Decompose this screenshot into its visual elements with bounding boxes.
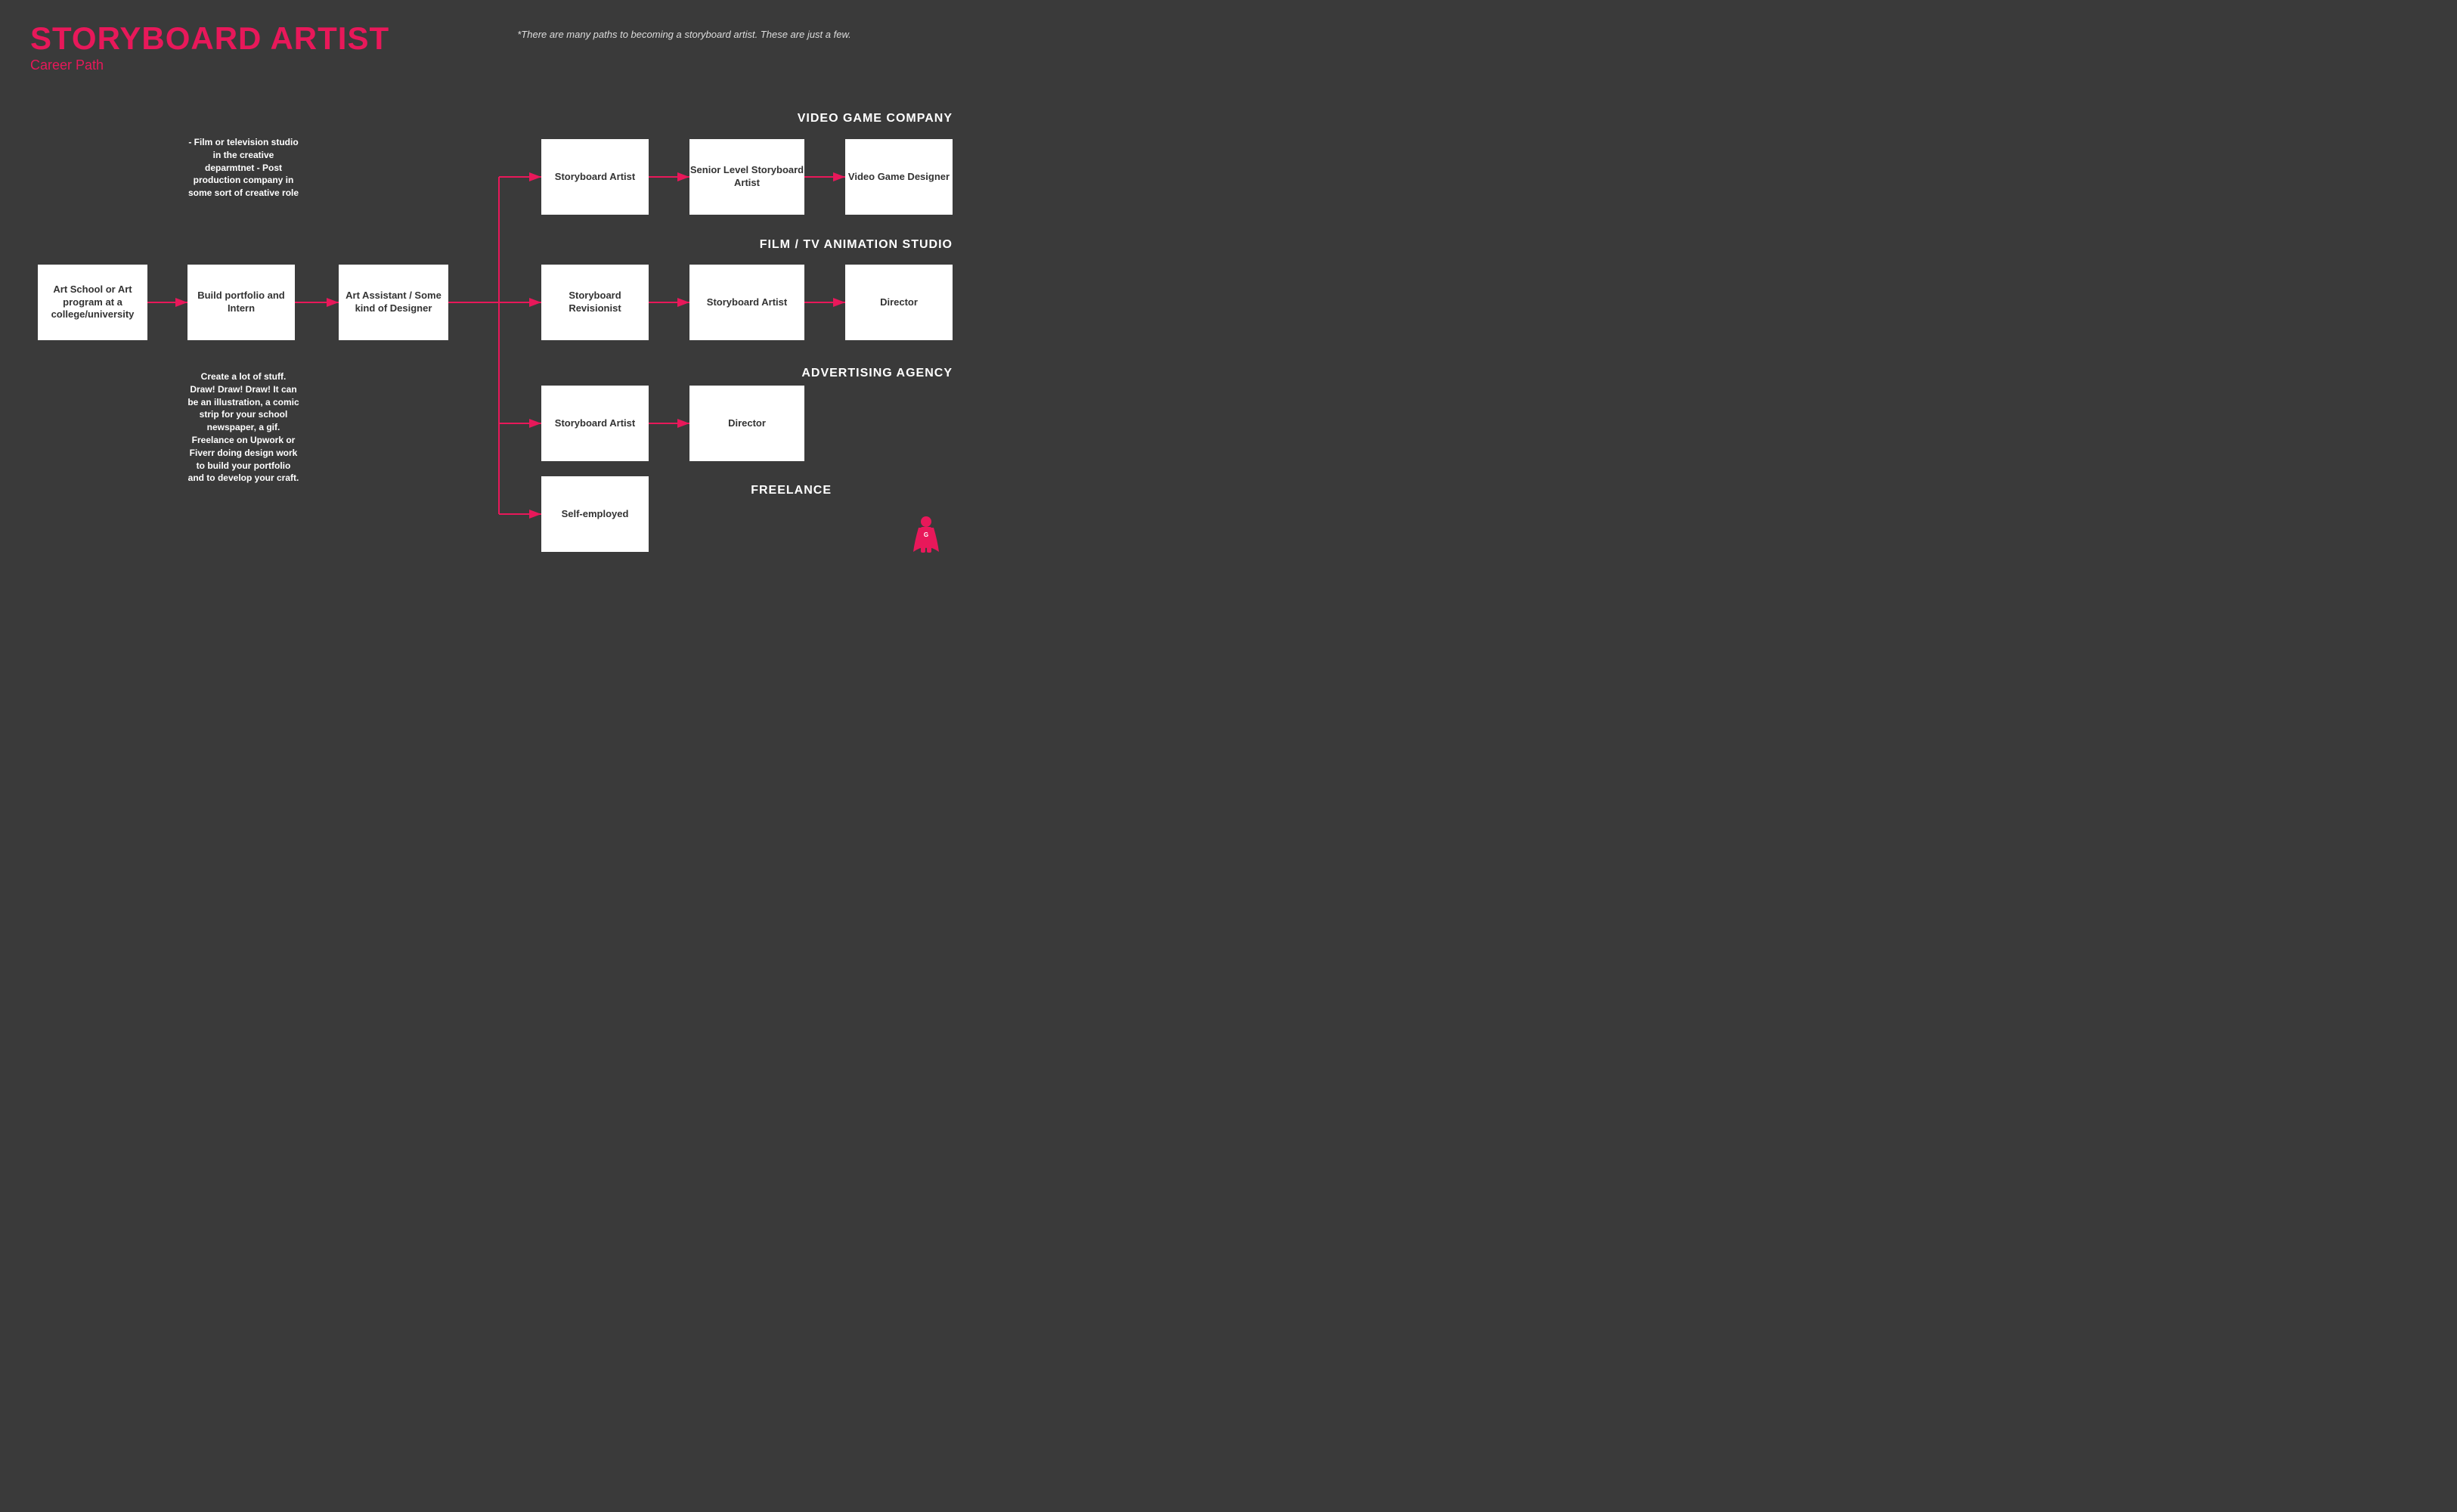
box-video-game-designer: Video Game Designer <box>845 139 953 215</box>
box-self-employed: Self-employed <box>541 476 649 552</box>
box-storyboard-revisionist: Storyboard Revisionist <box>541 265 649 340</box>
box-senior-storyboard: Senior Level Storyboard Artist <box>689 139 804 215</box>
box-art-assistant: Art Assistant / Some kind of Designer <box>339 265 448 340</box>
note-film-studio: - Film or television studio in the creat… <box>187 136 299 200</box>
connector-lines <box>0 0 983 605</box>
box-director-filmtv: Director <box>845 265 953 340</box>
note-create-stuff: Create a lot of stuff. Draw! Draw! Draw!… <box>187 370 299 485</box>
box-storyboard-artist-mid: Storyboard Artist <box>689 265 804 340</box>
label-video-game: VIDEO GAME COMPANY <box>764 112 953 125</box>
label-freelance: FREELANCE <box>680 484 832 497</box>
box-build-portfolio: Build portfolio and Intern <box>187 265 295 340</box>
freelance-superhero-icon: G <box>907 514 945 559</box>
page: STORYBOARD ARTIST Career Path *There are… <box>0 0 983 605</box>
header-note: *There are many paths to becoming a stor… <box>416 29 953 40</box>
box-art-school: Art School or Art program at a college/u… <box>38 265 147 340</box>
box-storyboard-artist-top: Storyboard Artist <box>541 139 649 215</box>
label-advertising: ADVERTISING AGENCY <box>726 367 953 380</box>
superhero-svg: G <box>907 514 945 559</box>
label-film-tv: FILM / TV ANIMATION STUDIO <box>726 238 953 252</box>
box-director-adv: Director <box>689 386 804 461</box>
svg-text:G: G <box>924 531 928 538</box>
box-storyboard-artist-adv: Storyboard Artist <box>541 386 649 461</box>
header-subtitle: Career Path <box>30 57 953 73</box>
